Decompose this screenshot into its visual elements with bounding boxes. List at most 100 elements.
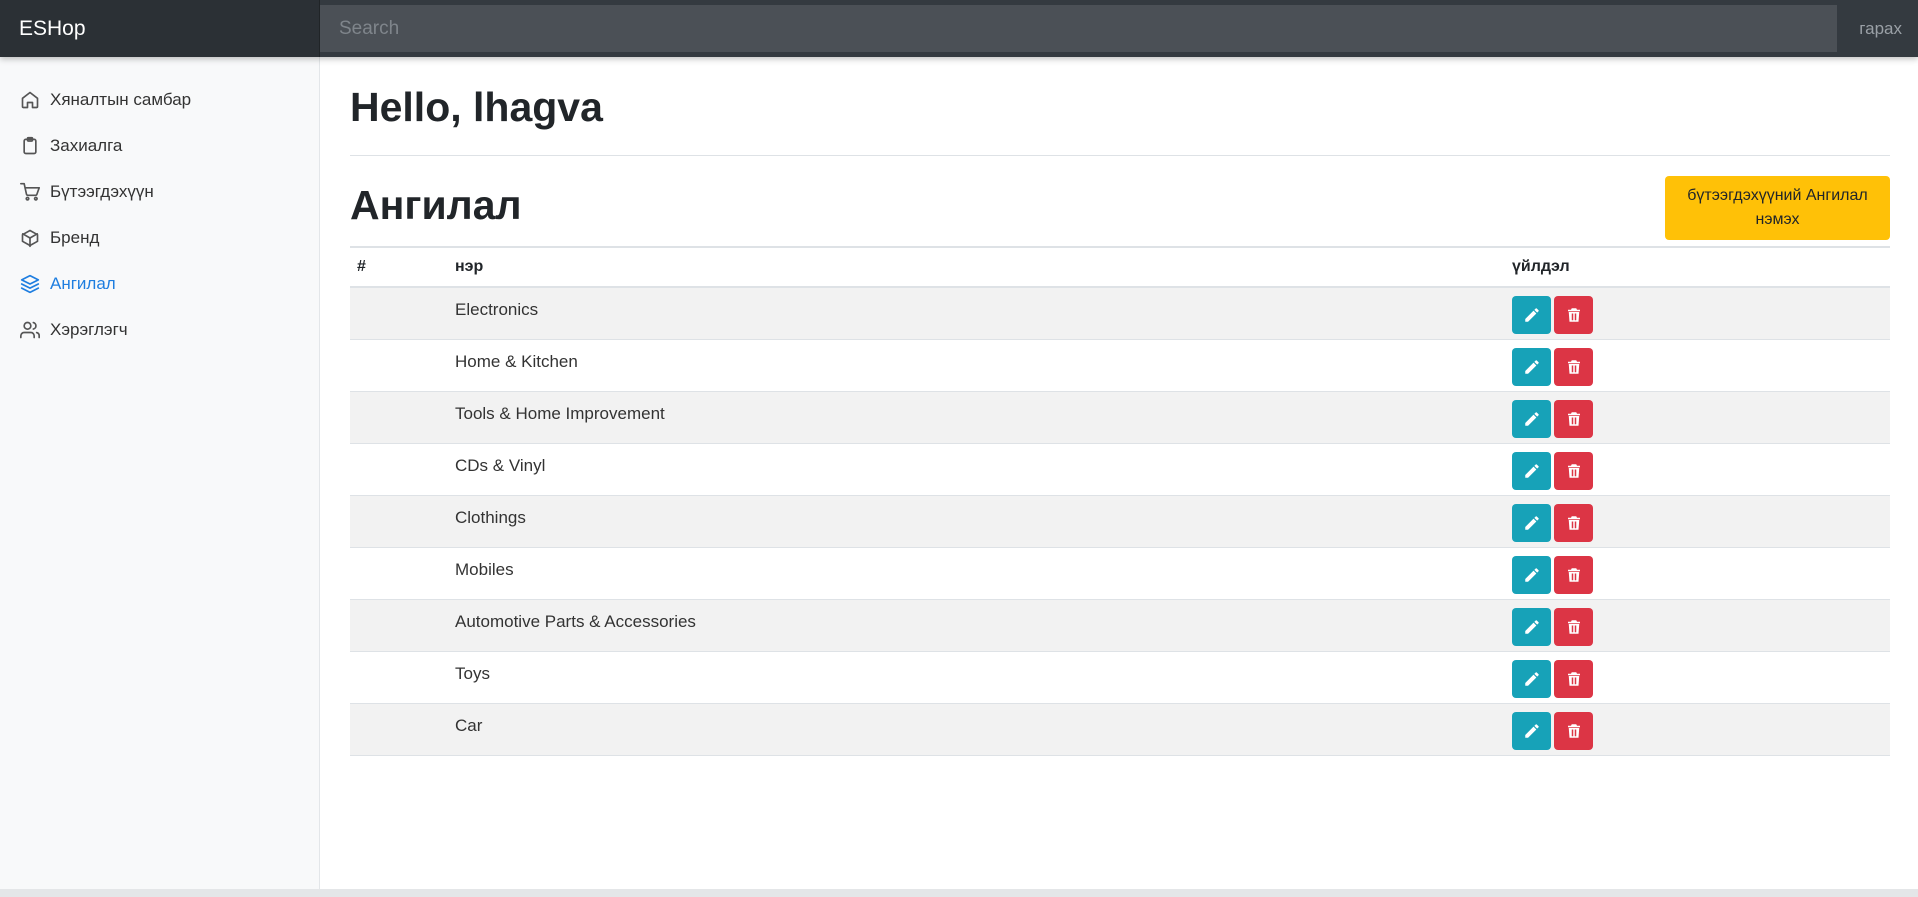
greeting-heading: Hello, lhagva [350,84,603,130]
row-number [350,547,448,599]
row-actions [1505,703,1890,755]
delete-button[interactable] [1554,399,1593,438]
sidebar: Хяналтын самбар Захиалга Бүтээгдэхүүн Бр… [0,57,320,889]
trash-icon [1565,514,1583,532]
sidebar-item-label: Бүтээгдэхүүн [50,182,154,201]
pencil-icon [1523,306,1541,324]
category-name: Clothings [455,507,526,527]
table-row: Home & Kitchen [350,339,1890,391]
search-input[interactable] [320,5,1837,52]
category-name: Car [455,715,483,735]
pencil-icon [1523,618,1541,636]
main-content: Hello, lhagva Ангилал бүтээгдэхүүний Анг… [350,57,1890,756]
row-number [350,703,448,755]
sidebar-item-label: Захиалга [50,136,123,155]
category-name: Mobiles [455,559,514,579]
sidebar-item-products[interactable]: Бүтээгдэхүүн [0,169,319,215]
row-number [350,651,448,703]
row-number [350,339,448,391]
row-actions [1505,339,1890,391]
edit-button[interactable] [1512,659,1551,698]
row-actions [1505,547,1890,599]
divider [350,155,1890,156]
pencil-icon [1523,566,1541,584]
sidebar-item-category[interactable]: Ангилал [0,261,319,307]
sidebar-item-brand[interactable]: Бренд [0,215,319,261]
sidebar-item-users[interactable]: Хэрэглэгч [0,307,319,353]
delete-button[interactable] [1554,347,1593,386]
pencil-icon [1523,722,1541,740]
category-name: Electronics [455,300,539,319]
row-actions [1505,287,1890,339]
sidebar-item-label: Хэрэглэгч [50,320,128,339]
category-table: # нэр үйлдэл Electronics Home & Kitchen To… [350,246,1890,756]
edit-button[interactable] [1512,451,1551,490]
edit-button[interactable] [1512,607,1551,646]
sidebar-item-label: Бренд [50,228,100,247]
trash-icon [1565,618,1583,636]
pencil-icon [1523,410,1541,428]
edit-button[interactable] [1512,503,1551,542]
edit-button[interactable] [1512,296,1551,334]
row-actions [1505,651,1890,703]
trash-icon [1565,358,1583,376]
delete-button[interactable] [1554,296,1593,334]
row-number [350,495,448,547]
category-name: CDs & Vinyl [455,455,546,475]
trash-icon [1565,462,1583,480]
edit-button[interactable] [1512,347,1551,386]
signout-link[interactable]: гарах [1837,19,1918,39]
row-actions [1505,495,1890,547]
table-row: Clothings [350,495,1890,547]
sidebar-item-label: Ангилал [50,274,116,293]
row-actions [1505,391,1890,443]
box-icon [20,228,40,248]
row-actions [1505,599,1890,651]
clipboard-icon [20,136,40,156]
edit-button[interactable] [1512,555,1551,594]
table-row: Tools & Home Improvement [350,391,1890,443]
brand-logo[interactable]: ESHop [0,0,320,57]
pencil-icon [1523,670,1541,688]
table-row: Car [350,703,1890,755]
edit-button[interactable] [1512,711,1551,750]
delete-button[interactable] [1554,503,1593,542]
column-header-name: нэр [448,246,1505,288]
sidebar-item-dashboard[interactable]: Хяналтын самбар [0,77,319,123]
layers-icon [20,274,40,294]
delete-button[interactable] [1554,659,1593,698]
table-row: Toys [350,651,1890,703]
row-number [350,599,448,651]
trash-icon [1565,566,1583,584]
pencil-icon [1523,358,1541,376]
row-number [350,391,448,443]
row-number [350,287,448,339]
trash-icon [1565,722,1583,740]
users-icon [20,320,40,340]
add-category-button[interactable]: бүтээгдэхүүний Ангилал нэмэх [1665,176,1890,240]
edit-button[interactable] [1512,399,1551,438]
delete-button[interactable] [1554,607,1593,646]
section-header: Ангилал бүтээгдэхүүний Ангилал нэмэх [350,176,1890,244]
top-navbar: ESHop гарах [0,0,1918,57]
page-title: Ангилал [350,182,522,228]
sidebar-item-label: Хяналтын самбар [50,90,192,109]
trash-icon [1565,670,1583,688]
row-number [350,443,448,495]
category-name: Automotive Parts & Accessories [455,611,696,631]
pencil-icon [1523,462,1541,480]
delete-button[interactable] [1554,711,1593,750]
horizontal-scrollbar[interactable] [0,889,1918,897]
cart-icon [20,182,40,202]
home-icon [20,90,40,110]
pencil-icon [1523,514,1541,532]
sidebar-item-orders[interactable]: Захиалга [0,123,319,169]
delete-button[interactable] [1554,451,1593,490]
delete-button[interactable] [1554,555,1593,594]
category-name: Toys [455,663,490,683]
trash-icon [1565,306,1583,324]
table-row: Automotive Parts & Accessories [350,599,1890,651]
category-name: Tools & Home Improvement [455,403,665,423]
table-row: Mobiles [350,547,1890,599]
row-actions [1505,443,1890,495]
